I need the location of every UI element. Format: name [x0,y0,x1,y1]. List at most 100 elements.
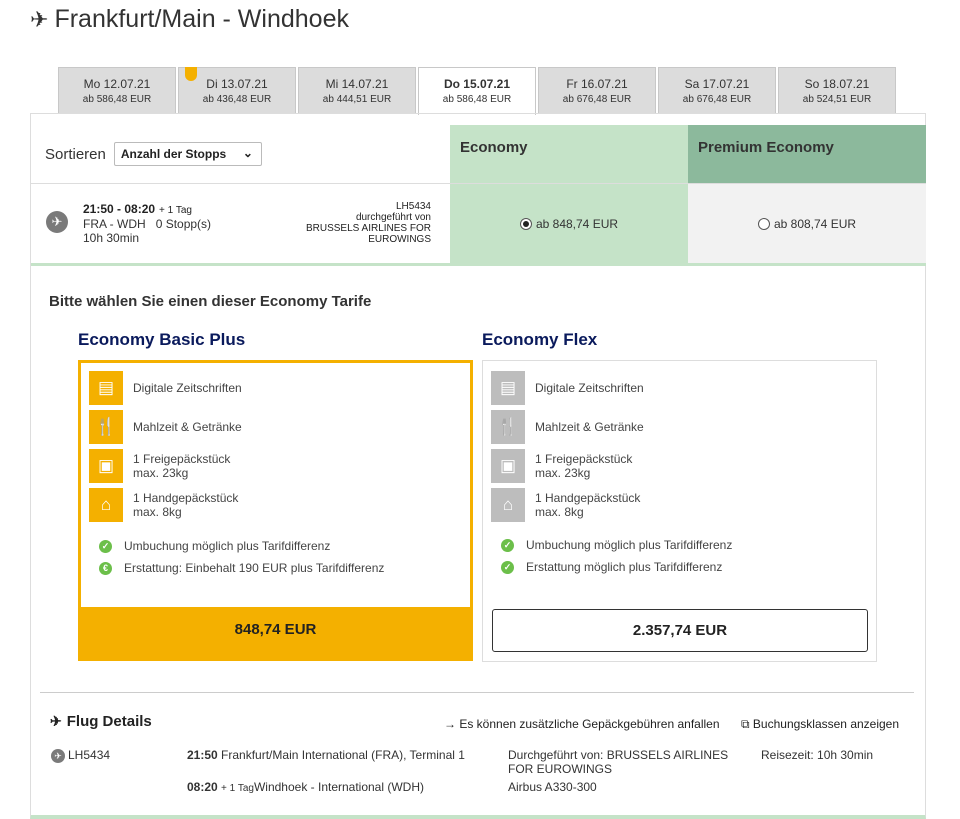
fare-name-basic: Economy Basic Plus [78,330,246,349]
date-tab-price: ab 586,48 EUR [442,94,512,105]
feature-line: Digitale Zeitschriften [535,381,644,395]
date-tab-price: ab 524,51 EUR [802,94,872,105]
arrival-time: 08:20 [187,780,218,794]
sort-select[interactable]: Anzahl der Stopps ⌄ [113,142,262,166]
feature-text: 1 Handgepäckstück max. 8kg [535,491,640,519]
feature-line: Mahlzeit & Getränke [535,420,644,434]
date-tab-do[interactable]: Do 15.07.21 ab 586,48 EUR [418,67,536,115]
feature-line: 1 Freigepäckstück [535,452,633,466]
condition-text: Erstattung: Einbehalt 190 EUR plus Tarif… [124,561,385,575]
arrival-plus-day: + 1 Tag [221,783,254,794]
condition-text: Erstattung möglich plus Tarifdifferenz [526,560,723,574]
feature-text: 1 Freigepäckstück max. 23kg [133,452,230,480]
feature-row: 🍴 Mahlzeit & Getränke [89,410,242,444]
date-tab-day: Fr 16.07.21 [566,77,628,91]
detail-operator: Durchgeführt von: BRUSSELS AIRLINES FOR … [508,748,729,776]
feature-line: 1 Handgepäckstück [535,491,641,505]
airplane-icon: ✈ [46,211,68,233]
date-tab-day: Mi 14.07.21 [325,77,389,91]
feature-line: max. 23kg [535,466,591,480]
feature-text: Mahlzeit & Getränke [535,420,644,434]
feature-line: Mahlzeit & Getränke [133,420,242,434]
cheapest-flag-icon [185,67,197,81]
fare-card-basic[interactable]: ▤ Digitale Zeitschriften 🍴 Mahlzeit & Ge… [78,360,473,610]
feature-line: Digitale Zeitschriften [133,381,242,395]
departure-info: 21:50 Frankfurt/Main International (FRA)… [187,748,465,762]
baggage-fees-link[interactable]: → Es können zusätzliche Gepäckgebühren a… [444,717,720,731]
fare-name-flex: Economy Flex [482,330,598,349]
cabin-header-premium: Premium Economy [688,125,926,183]
feature-text: 1 Freigepäckstück max. 23kg [535,452,632,480]
flight-stops: 0 Stopp(s) [155,217,212,231]
date-tab-day: Mo 12.07.21 [83,77,151,91]
fare-price-basic-button[interactable]: 848,74 EUR [78,609,473,661]
feature-row: ▤ Digitale Zeitschriften [491,371,644,405]
plane-icon: ✈ [30,6,49,32]
date-tab-di[interactable]: Di 13.07.21 ab 436,48 EUR [178,67,296,113]
date-tab-so[interactable]: So 18.07.21 ab 524,51 EUR [778,67,896,113]
premium-price-option[interactable]: ab 808,74 EUR [688,184,926,264]
chevron-down-icon: ⌄ [242,146,253,160]
date-tab-fr[interactable]: Fr 16.07.21 ab 676,48 EUR [538,67,656,113]
flight-route: FRA - WDH 0 Stopp(s) [83,217,211,231]
flight-time-range: 21:50 - 08:20 [83,202,156,216]
flight-details-header: ✈ Flug Details [50,713,152,730]
premium-price: ab 808,74 EUR [773,217,857,231]
economy-price-option[interactable]: ab 848,74 EUR [450,184,688,264]
cabin-header-economy: Economy [450,125,688,183]
sort-row: Sortieren Anzahl der Stopps ⌄ [45,142,262,166]
radio-selected-icon[interactable] [519,218,532,230]
date-tab-price: ab 444,51 EUR [322,94,392,105]
flight-operator: LH5434 durchgeführt von BRUSSELS AIRLINE… [281,201,431,245]
date-tab-price: ab 676,48 EUR [562,94,632,105]
external-window-icon: ⧉ [741,717,750,731]
detail-flight-number: LH5434 [68,748,111,762]
date-tab-day: Sa 17.07.21 [684,77,750,91]
check-icon: ✓ [99,539,112,553]
feature-text: Digitale Zeitschriften [133,381,242,395]
feature-line: max. 8kg [133,505,182,519]
date-tab-mo[interactable]: Mo 12.07.21 ab 586,48 EUR [58,67,176,113]
fare-price-flex-button[interactable]: 2.357,74 EUR [492,609,868,652]
date-tab-price: ab 436,48 EUR [202,94,272,105]
radio-icon[interactable] [757,218,770,230]
flight-route-code: FRA - WDH [83,217,146,231]
feature-line: max. 23kg [133,466,189,480]
feature-text: Digitale Zeitschriften [535,381,644,395]
operated-label: durchgeführt von [355,212,431,223]
newspaper-icon: ▤ [89,371,123,405]
date-tab-price: ab 586,48 EUR [82,94,152,105]
feature-row: 🍴 Mahlzeit & Getränke [491,410,644,444]
feature-line: 1 Freigepäckstück [133,452,231,466]
feature-row: ▣ 1 Freigepäckstück max. 23kg [89,449,230,483]
detail-aircraft: Airbus A330-300 [508,780,597,794]
cutlery-icon: 🍴 [89,410,123,444]
date-tab-day: Di 13.07.21 [206,77,268,91]
feature-row: ▣ 1 Freigepäckstück max. 23kg [491,449,632,483]
date-tab-sa[interactable]: Sa 17.07.21 ab 676,48 EUR [658,67,776,113]
booking-classes-text: Buchungsklassen anzeigen [752,717,900,731]
route-title: Frankfurt/Main - Windhoek [54,5,349,33]
feature-text: 1 Handgepäckstück max. 8kg [133,491,238,519]
booking-classes-link[interactable]: ⧉ Buchungsklassen anzeigen [741,717,899,732]
arrow-right-icon: → [444,717,456,731]
detail-travel-time: Reisezeit: 10h 30min [761,748,874,762]
airplane-icon: ✈ [51,749,65,763]
feature-row: ⌂ 1 Handgepäckstück max. 8kg [89,488,238,522]
arrival-info: 08:20 + 1 TagWindhoek - International (W… [187,780,424,794]
condition-row: ✓ Umbuchung möglich plus Tarifdifferenz [99,539,330,553]
plus-day: + 1 Tag [159,205,192,216]
condition-text: Umbuchung möglich plus Tarifdifferenz [526,538,733,552]
feature-row: ⌂ 1 Handgepäckstück max. 8kg [491,488,640,522]
suitcase-icon: ▣ [89,449,123,483]
plane-icon: ✈ [50,713,62,729]
date-tab-mi[interactable]: Mi 14.07.21 ab 444,51 EUR [298,67,416,113]
operator-name: BRUSSELS AIRLINES FOR EUROWINGS [305,223,431,245]
departure-place: Frankfurt/Main International (FRA), Term… [221,748,465,762]
feature-line: max. 8kg [535,505,584,519]
newspaper-icon: ▤ [491,371,525,405]
flight-details-title: Flug Details [66,713,152,730]
feature-text: Mahlzeit & Getränke [133,420,242,434]
flight-number: LH5434 [395,201,431,212]
date-tab-day: So 18.07.21 [804,77,870,91]
